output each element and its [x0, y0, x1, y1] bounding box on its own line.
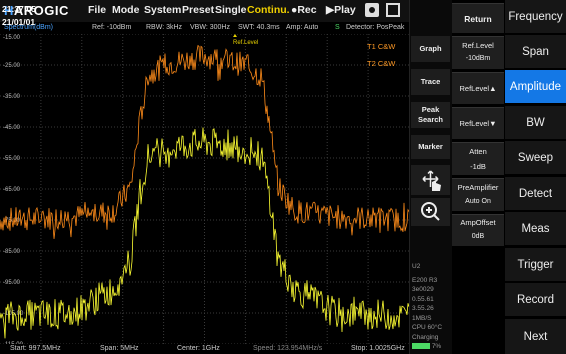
- hand-pointer-icon: [422, 170, 441, 191]
- rbw-status: RBW: 3kHz: [146, 24, 183, 31]
- ref-level-up-button[interactable]: RefLevel▲: [452, 72, 504, 104]
- battery-indicator: 7%: [412, 342, 452, 352]
- battery-icon: [412, 343, 430, 350]
- info-charging: Charging: [412, 333, 439, 341]
- status-bar: Spectrum(dBm) Ref: -10dBm RBW: 3kHz VBW:…: [0, 22, 409, 34]
- fullscreen-icon[interactable]: [386, 3, 400, 17]
- atten-value: -1dB: [470, 162, 486, 171]
- y-tick-label: -95.00: [3, 280, 21, 286]
- y-tick-label: -25.00: [3, 63, 21, 69]
- y-tick-label: -35.00: [3, 94, 21, 100]
- trace-button[interactable]: Trace: [411, 69, 450, 95]
- preamplifier-value: Auto On: [465, 198, 491, 205]
- amp-offset-label: AmpOffset: [460, 218, 496, 227]
- menu-trigger[interactable]: Trigger: [505, 248, 566, 281]
- menu-frequency[interactable]: Frequency: [505, 0, 566, 33]
- center-frequency: Center: 1GHz: [177, 345, 220, 352]
- y-tick-label: -65.00: [3, 187, 21, 193]
- marker-button[interactable]: Marker: [411, 135, 450, 159]
- preamplifier-label: PreAmplifier: [457, 183, 499, 192]
- menu-bw[interactable]: BW: [505, 106, 566, 139]
- battery-percent: 7%: [431, 343, 442, 350]
- menu-continuous[interactable]: Continu.: [247, 4, 290, 16]
- clock-time: 21:37:05: [2, 4, 37, 14]
- camera-icon[interactable]: [365, 3, 379, 17]
- peak-search-button[interactable]: Peak Search: [411, 102, 450, 128]
- trace2-legend: T2 C&W: [367, 59, 396, 68]
- play-button[interactable]: ▶Play: [326, 4, 356, 16]
- ref-level-down-button[interactable]: RefLevel▼: [452, 107, 504, 139]
- y-tick-label: -55.00: [3, 156, 21, 162]
- menu-span[interactable]: Span: [505, 35, 566, 68]
- zoom-button[interactable]: [411, 198, 450, 226]
- zoom-in-icon: [421, 202, 440, 221]
- record-button[interactable]: ●Rec: [291, 4, 317, 16]
- y-tick-label: -85.00: [3, 249, 21, 255]
- sweep-speed: Speed: 123.954MHz/s: [253, 345, 323, 352]
- touch-move-button[interactable]: [411, 165, 450, 195]
- device-info: U2 E200 R3 3e0029 0.55.61 3.55.26 1MB/S …: [412, 262, 452, 352]
- menu-detect[interactable]: Detect: [505, 177, 566, 210]
- span-frequency: Span: 5MHz: [100, 345, 139, 352]
- spectrum-plot[interactable]: -15.00-25.00-35.00-45.00-55.00-65.00-75.…: [0, 34, 409, 344]
- amp-offset-field[interactable]: AmpOffset 0dB: [452, 214, 504, 246]
- info-hardware: E200 R3: [412, 276, 438, 284]
- return-button[interactable]: Return: [452, 3, 504, 33]
- info-serial: 3e0029: [412, 286, 434, 293]
- menu-mode[interactable]: Mode: [112, 4, 139, 16]
- graph-button[interactable]: Graph: [411, 36, 450, 62]
- trace1-legend: T1 C&W: [367, 42, 396, 51]
- menu-sweep[interactable]: Sweep: [505, 141, 566, 174]
- preamplifier-field[interactable]: PreAmplifier Auto On: [452, 178, 504, 211]
- vbw-status: VBW: 300Hz: [190, 24, 230, 31]
- start-frequency: Start: 997.5MHz: [10, 345, 61, 352]
- amp-offset-value: 0dB: [471, 233, 485, 240]
- detector-status: Detector: PosPeak: [346, 24, 405, 31]
- sweep-time-status: SWT: 40.3ms: [238, 24, 280, 31]
- frequency-bar: Start: 997.5MHz Span: 5MHz Center: 1GHz …: [0, 344, 409, 354]
- stop-frequency: Stop: 1.0025GHz: [351, 345, 405, 352]
- menu-next[interactable]: Next: [505, 319, 566, 354]
- amp-status: Amp: Auto: [286, 24, 319, 31]
- info-fw1: 0.55.61: [412, 295, 434, 303]
- atten-field[interactable]: Atten -1dB: [452, 142, 504, 175]
- ref-level-marker-label: Ref.Level: [233, 40, 258, 46]
- menu-system[interactable]: System: [144, 4, 181, 16]
- info-cpu: CPU 60°C: [412, 324, 443, 331]
- clock-date: 21/01/01: [2, 17, 36, 27]
- info-model: U2: [412, 263, 421, 270]
- menu-preset[interactable]: Preset: [182, 4, 214, 16]
- menu-single[interactable]: Single: [215, 4, 247, 16]
- ref-level-value: -10dBm: [465, 55, 491, 62]
- menu-record[interactable]: Record: [505, 283, 566, 316]
- info-fw2: 3.55.26: [412, 305, 434, 312]
- ref-level-field[interactable]: Ref.Level -10dBm: [452, 36, 504, 69]
- ref-level-status: Ref: -10dBm: [92, 24, 132, 31]
- atten-label: Atten: [469, 147, 487, 156]
- menu-amplitude[interactable]: Amplitude: [505, 70, 566, 103]
- menu-file[interactable]: File: [88, 4, 106, 16]
- y-tick-label: -15.00: [3, 35, 21, 41]
- info-rate: 1MB/S: [412, 314, 432, 322]
- ref-level-label: Ref.Level: [462, 41, 494, 50]
- s-indicator: S: [335, 24, 340, 31]
- y-tick-label: -45.00: [3, 125, 21, 131]
- menu-meas[interactable]: Meas: [505, 212, 566, 245]
